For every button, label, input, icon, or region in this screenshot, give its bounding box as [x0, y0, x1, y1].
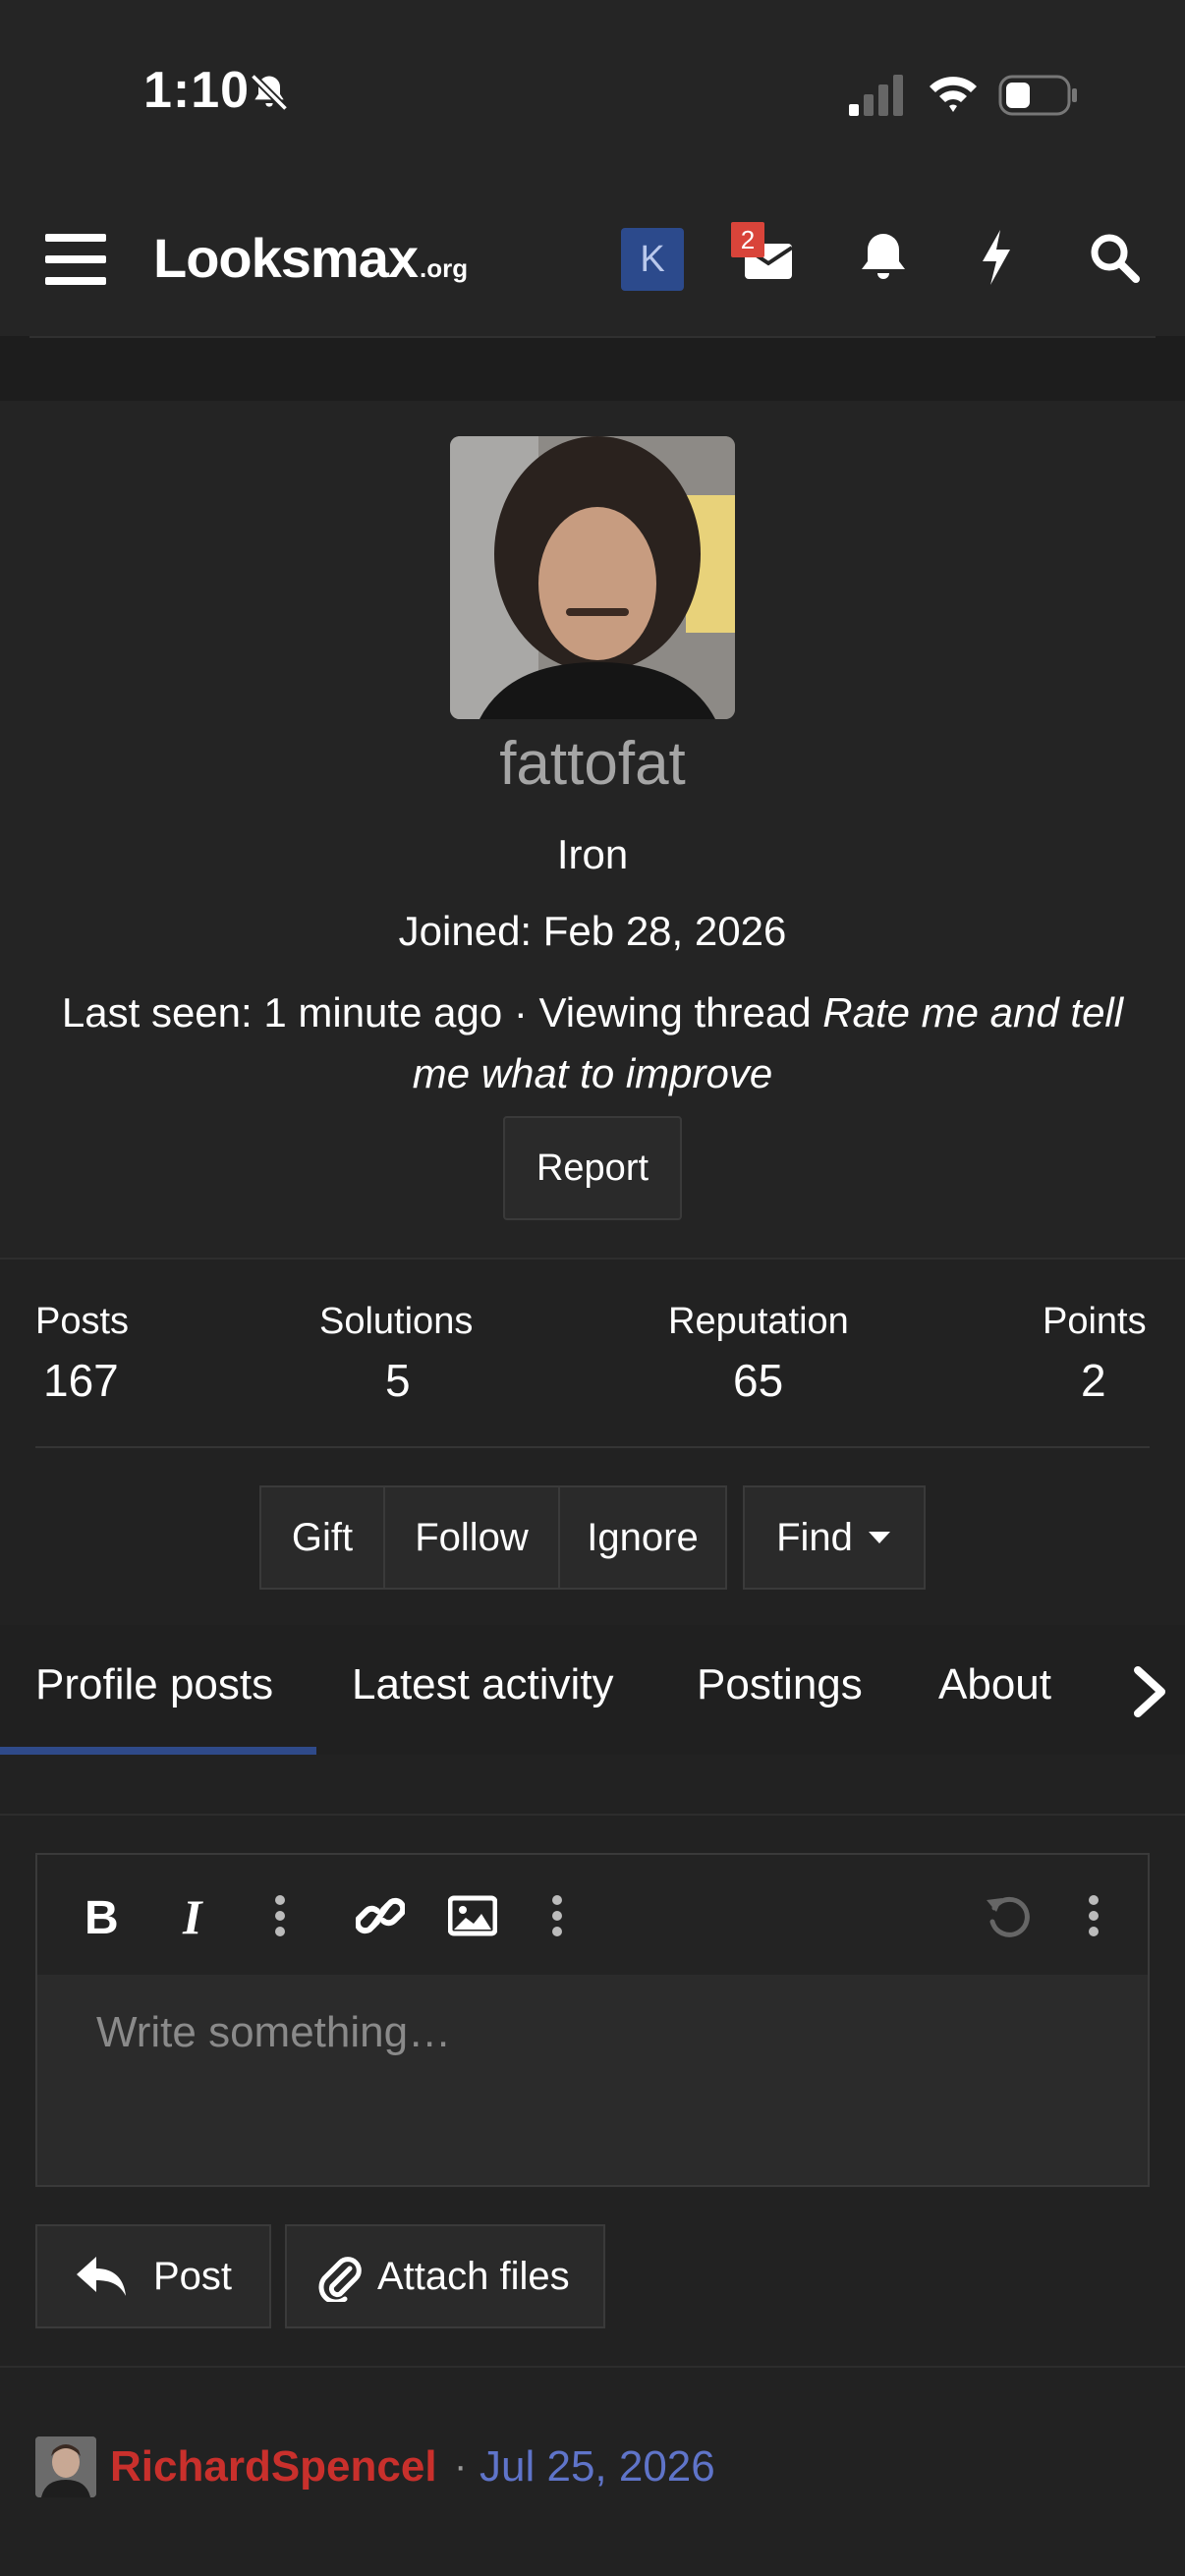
paperclip-icon: [318, 2257, 362, 2302]
logo-text: Looksmax: [153, 227, 419, 289]
post-date[interactable]: Jul 25, 2026: [480, 2442, 715, 2492]
post-author-avatar[interactable]: [35, 2436, 96, 2497]
post-author-name[interactable]: RichardSpencel: [110, 2442, 437, 2492]
caret-down-icon: [868, 1532, 890, 1543]
active-tab-indicator: [0, 1747, 316, 1755]
tab-profile-posts[interactable]: Profile posts: [35, 1660, 273, 1709]
reply-icon: [77, 2257, 126, 2296]
hamburger-menu-icon[interactable]: [45, 232, 106, 287]
follow-button[interactable]: Follow: [383, 1485, 560, 1590]
last-seen-status: Last seen: 1 minute ago · Viewing thread…: [39, 982, 1146, 1104]
bell-icon[interactable]: [859, 230, 908, 285]
lightning-bolt-icon[interactable]: [977, 228, 1016, 287]
stat-label-posts: Posts: [35, 1301, 130, 1342]
more-options-icon[interactable]: [255, 1888, 305, 1943]
tab-about[interactable]: About: [938, 1660, 1051, 1709]
author-photo: [35, 2436, 96, 2497]
find-label: Find: [776, 1515, 853, 1559]
ignore-button[interactable]: Ignore: [558, 1485, 727, 1590]
site-logo[interactable]: Looksmax .org: [153, 226, 469, 289]
divider: [0, 1814, 1185, 1816]
post-button-label: Post: [153, 2254, 233, 2298]
bold-icon[interactable]: B: [79, 1888, 128, 1943]
report-button[interactable]: Report: [503, 1116, 682, 1220]
stat-value-posts[interactable]: 167: [43, 1354, 119, 1407]
undo-icon[interactable]: [983, 1888, 1032, 1943]
svg-text:B: B: [85, 1892, 119, 1943]
account-avatar[interactable]: K: [621, 228, 684, 291]
stat-label-reputation: Reputation: [668, 1301, 849, 1342]
divider: [0, 1258, 1185, 1260]
profile-username: fattofat: [499, 730, 686, 798]
tab-postings[interactable]: Postings: [697, 1660, 863, 1709]
svg-text:I: I: [182, 1889, 203, 1943]
divider: [29, 336, 1156, 338]
divider: [35, 1446, 1150, 1448]
last-seen-text: Last seen: 1 minute ago · Viewing thread: [61, 989, 823, 1036]
cellular-signal-icon: [849, 75, 903, 116]
profile-avatar[interactable]: [450, 436, 735, 719]
inbox-count-badge: 2: [731, 222, 764, 257]
chevron-right-icon[interactable]: [1130, 1664, 1169, 1719]
image-icon[interactable]: [448, 1888, 497, 1943]
more-options-icon[interactable]: [533, 1888, 582, 1943]
editor-placeholder[interactable]: Write something…: [96, 2008, 451, 2057]
post-button[interactable]: Post: [35, 2224, 271, 2328]
profile-photo: [450, 436, 735, 719]
bell-slash-icon: [250, 73, 289, 112]
status-time: 1:10: [143, 62, 251, 119]
stat-label-points: Points: [1043, 1301, 1147, 1342]
stat-label-solutions: Solutions: [319, 1301, 474, 1342]
find-dropdown-button[interactable]: Find: [743, 1485, 926, 1590]
more-options-icon[interactable]: [1069, 1888, 1118, 1943]
gift-button[interactable]: Gift: [259, 1485, 385, 1590]
stat-value-reputation[interactable]: 65: [733, 1354, 783, 1407]
joined-date: Joined: Feb 28, 2026: [398, 908, 787, 954]
wifi-icon: [930, 77, 977, 112]
divider: [0, 2366, 1185, 2368]
logo-tld: .org: [420, 253, 469, 283]
attach-files-button[interactable]: Attach files: [285, 2224, 605, 2328]
meta-separator: ·: [454, 2444, 468, 2488]
stat-value-solutions[interactable]: 5: [385, 1354, 411, 1407]
battery-icon: [998, 75, 1077, 116]
italic-icon[interactable]: I: [173, 1888, 222, 1943]
user-title: Iron: [556, 831, 629, 877]
attach-files-label: Attach files: [377, 2254, 570, 2298]
link-icon[interactable]: [356, 1888, 405, 1943]
nav-spacer: [0, 336, 1185, 401]
tab-latest-activity[interactable]: Latest activity: [352, 1660, 614, 1709]
stat-value-points[interactable]: 2: [1081, 1354, 1106, 1407]
search-icon[interactable]: [1089, 232, 1140, 283]
